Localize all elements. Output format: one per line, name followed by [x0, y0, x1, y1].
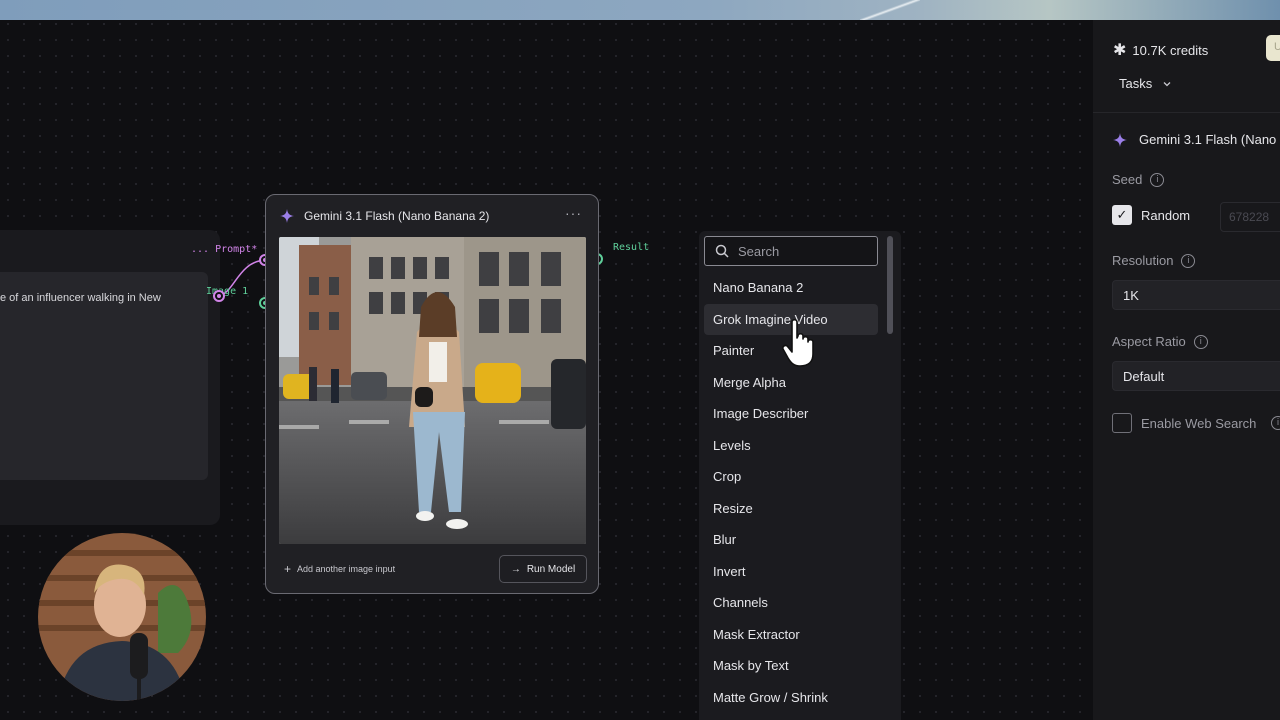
prompt-output-port[interactable]	[213, 290, 225, 302]
search-box[interactable]	[704, 236, 878, 266]
seed-label-text: Seed	[1112, 172, 1143, 187]
info-icon[interactable]: i	[1150, 172, 1165, 187]
result-image	[279, 237, 586, 544]
seed-input[interactable]: 678228	[1220, 202, 1280, 232]
asterisk-icon: ✱	[1113, 42, 1127, 59]
presenter-video	[38, 533, 206, 701]
list-item[interactable]: Matte Grow / Shrink	[704, 682, 878, 714]
random-label: Random	[1141, 208, 1191, 223]
list-item[interactable]: Channels	[704, 587, 878, 619]
chevron-down-icon	[1163, 81, 1171, 86]
credits-display[interactable]: ✱ 10.7K credits	[1113, 40, 1208, 60]
run-model-button[interactable]: → Run Model	[499, 555, 587, 583]
properties-panel: ✱ 10.7K credits U Tasks Gemini 3.1 Flash…	[1093, 20, 1280, 720]
search-input[interactable]	[738, 243, 858, 259]
resolution-label: Resolution i	[1112, 253, 1196, 268]
model-name: Gemini 3.1 Flash (Nano	[1139, 132, 1277, 147]
plus-icon: +	[284, 562, 292, 576]
list-item[interactable]: Resize	[704, 493, 878, 525]
info-icon[interactable]: i	[1181, 253, 1196, 268]
dropdown-scrollbar[interactable]	[887, 236, 893, 334]
aspect-ratio-label: Aspect Ratio i	[1112, 334, 1208, 349]
search-icon	[715, 244, 729, 258]
model-node[interactable]: Gemini 3.1 Flash (Nano Banana 2) ··· + A…	[265, 194, 599, 594]
credits-text: 10.7K credits	[1132, 42, 1209, 58]
hand-cursor-icon	[782, 318, 814, 367]
list-item[interactable]: Invert	[704, 556, 878, 588]
list-item[interactable]: Merge Alpha	[704, 367, 878, 399]
list-item[interactable]: Nano Banana 2	[704, 272, 878, 304]
info-icon[interactable]: i	[1271, 416, 1280, 430]
web-search-checkbox[interactable]	[1112, 413, 1132, 433]
result-port-label: Result	[613, 242, 650, 253]
list-item[interactable]: Levels	[704, 430, 878, 462]
run-model-label: Run Model	[526, 563, 576, 575]
add-input-label: Add another image input	[297, 564, 396, 574]
node-header: Gemini 3.1 Flash (Nano Banana 2)	[280, 209, 489, 223]
list-item[interactable]: Blur	[704, 524, 878, 556]
panel-divider	[1093, 112, 1280, 113]
tasks-label: Tasks	[1119, 76, 1153, 91]
selected-model: Gemini 3.1 Flash (Nano	[1113, 132, 1276, 147]
upgrade-badge[interactable]: U	[1266, 35, 1280, 61]
list-item[interactable]: Mask Extractor	[704, 619, 878, 651]
seed-label: Seed i	[1112, 172, 1165, 187]
list-item[interactable]: Image Describer	[704, 398, 878, 430]
sparkle-icon	[280, 209, 294, 223]
tasks-dropdown[interactable]: Tasks	[1119, 76, 1172, 91]
resolution-label-text: Resolution	[1112, 253, 1174, 268]
info-icon[interactable]: i	[1193, 334, 1208, 349]
list-item[interactable]: Crop	[704, 461, 878, 493]
resolution-select[interactable]: 1K	[1112, 280, 1280, 310]
random-checkbox[interactable]: ✓	[1112, 205, 1132, 225]
street-photo	[279, 237, 586, 544]
webcam-overlay	[38, 533, 206, 701]
add-image-input-button[interactable]: + Add another image input	[284, 562, 395, 576]
node-title: Gemini 3.1 Flash (Nano Banana 2)	[304, 209, 490, 223]
prompt-port-label: ... Prompt*	[191, 244, 258, 255]
node-picker-dropdown[interactable]: Nano Banana 2 Grok Imagine Video Painter…	[699, 231, 901, 720]
more-options-icon[interactable]: ···	[565, 205, 582, 221]
aspect-label-text: Aspect Ratio	[1112, 334, 1186, 349]
web-search-label: Enable Web Search	[1141, 416, 1257, 431]
sparkle-icon	[1113, 132, 1127, 147]
list-item[interactable]: Mask by Text	[704, 650, 878, 682]
arrow-right-icon: →	[510, 563, 521, 575]
aspect-ratio-select[interactable]: Default	[1112, 361, 1280, 391]
